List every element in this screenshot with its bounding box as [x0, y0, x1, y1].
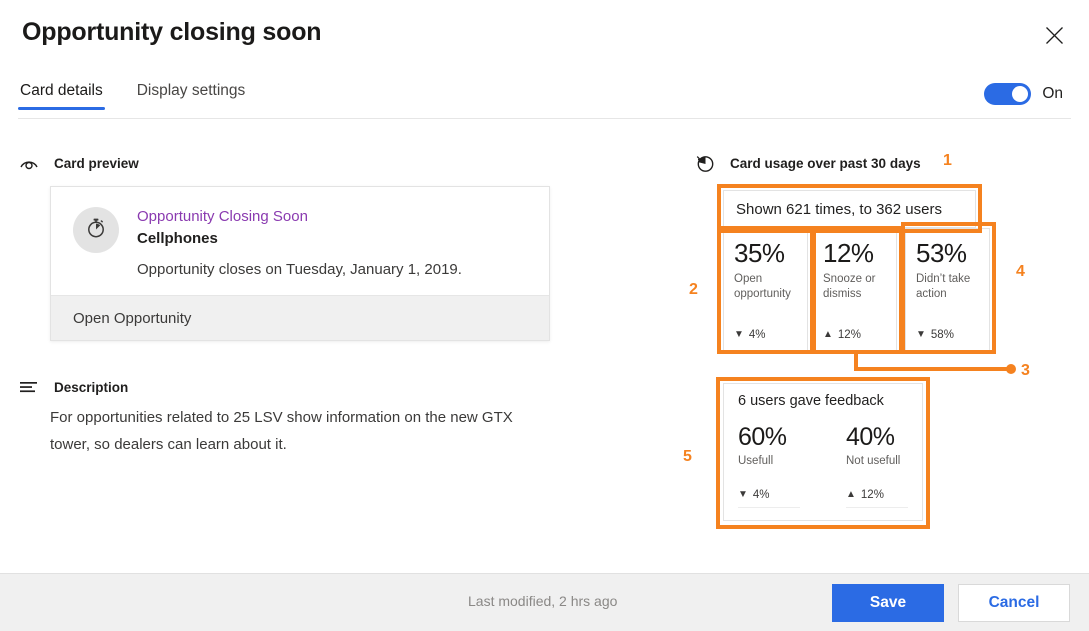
- metric-delta: ▼ 4%: [734, 329, 766, 341]
- description-section-header: Description: [18, 376, 128, 398]
- feedback-underline: [846, 507, 908, 508]
- description-section-title: Description: [54, 379, 129, 395]
- metric-value: 12%: [823, 238, 874, 268]
- toggle-state-label: On: [1042, 85, 1063, 102]
- open-opportunity-button[interactable]: Open Opportunity: [51, 295, 549, 340]
- last-modified-status: Last modified, 2 hrs ago: [468, 593, 618, 609]
- metric-label: Snooze or dismiss: [823, 273, 876, 300]
- eye-icon: [18, 152, 40, 174]
- list-lines-icon: [18, 376, 40, 398]
- card-enabled-toggle[interactable]: [984, 83, 1032, 105]
- feedback-stat-useful: 60% Usefull ▼ 4%: [738, 422, 800, 508]
- feedback-stat-not-useful: 40% Not usefull ▲ 12%: [846, 422, 908, 508]
- save-button[interactable]: Save: [832, 584, 944, 622]
- arrow-up-icon: ▲: [846, 489, 856, 500]
- card-preview-section-header: Card preview: [18, 152, 139, 174]
- feedback-delta-value: 12%: [860, 489, 884, 501]
- close-button[interactable]: [1033, 14, 1075, 56]
- card-usage-section-header: Card usage over past 30 days: [694, 152, 921, 174]
- annotation-number-4: 4: [1016, 263, 1025, 280]
- feedback-value: 40%: [846, 423, 895, 451]
- annotation-number-2: 2: [689, 281, 698, 298]
- metric-label: Open opportunity: [734, 273, 791, 300]
- metric-delta-value: 4%: [748, 329, 766, 341]
- feedback-delta: ▲ 12%: [846, 489, 908, 501]
- annotation-leader-3-dot: [1006, 364, 1016, 374]
- card-preview-title[interactable]: Opportunity Closing Soon: [137, 208, 308, 225]
- feedback-value: 60%: [738, 423, 787, 451]
- card-preview-subtitle: Cellphones: [137, 230, 218, 247]
- card-preview-body: Opportunity Closing Soon Cellphones Oppo…: [51, 187, 549, 297]
- annotation-leader-3-vertical: [854, 354, 858, 371]
- metric-card-snooze-or-dismiss: 12% Snooze or dismiss ▲ 12%: [812, 228, 897, 352]
- card-enabled-toggle-group: On: [984, 83, 1063, 105]
- tab-display-settings[interactable]: Display settings: [135, 82, 248, 110]
- close-icon: [1045, 26, 1064, 45]
- arrow-down-icon: ▼: [734, 329, 744, 340]
- feedback-stats: 60% Usefull ▼ 4% 40% Not usefull ▲ 12%: [738, 422, 908, 508]
- metric-value: 35%: [734, 238, 785, 268]
- card-preview-description: Opportunity closes on Tuesday, January 1…: [137, 261, 462, 278]
- annotation-number-5: 5: [683, 448, 692, 465]
- annotation-leader-3-horizontal: [854, 367, 1012, 371]
- annotation-number-3: 3: [1021, 362, 1030, 379]
- stopwatch-icon: [84, 216, 108, 245]
- annotation-number-1: 1: [943, 152, 952, 169]
- arrow-up-icon: ▲: [823, 329, 833, 340]
- feedback-title: 6 users gave feedback: [738, 393, 884, 409]
- feedback-delta-value: 4%: [752, 489, 770, 501]
- metric-delta-value: 58%: [930, 329, 954, 341]
- feedback-label: Not usefull: [846, 455, 901, 467]
- feedback-label: Usefull: [738, 455, 774, 467]
- metric-value: 53%: [916, 238, 967, 268]
- page-title: Opportunity closing soon: [22, 18, 322, 46]
- card-usage-section-title: Card usage over past 30 days: [730, 155, 921, 171]
- metric-card-didnt-take-action: 53% Didn’t take action ▼ 58%: [905, 228, 990, 352]
- tab-card-details[interactable]: Card details: [18, 82, 105, 110]
- metric-card-open-opportunity: 35% Open opportunity ▼ 4%: [723, 228, 808, 352]
- feedback-delta: ▼ 4%: [738, 489, 800, 501]
- cancel-button[interactable]: Cancel: [958, 584, 1070, 622]
- shown-summary: Shown 621 times, to 362 users: [723, 190, 976, 228]
- card-preview: Opportunity Closing Soon Cellphones Oppo…: [50, 186, 550, 341]
- arrow-down-icon: ▼: [738, 489, 748, 500]
- card-preview-avatar: [73, 207, 119, 253]
- feedback-card: 6 users gave feedback 60% Usefull ▼ 4% 4…: [723, 383, 923, 521]
- pie-chart-icon: [694, 152, 716, 174]
- tabstrip-divider: [18, 118, 1071, 119]
- metric-delta-value: 12%: [837, 329, 861, 341]
- description-text: For opportunities related to 25 LSV show…: [50, 409, 513, 453]
- feedback-underline: [738, 507, 800, 508]
- card-preview-section-title: Card preview: [54, 155, 139, 171]
- metric-delta: ▲ 12%: [823, 329, 861, 341]
- metric-delta: ▼ 58%: [916, 329, 954, 341]
- toggle-knob: [1012, 86, 1029, 102]
- arrow-down-icon: ▼: [916, 329, 926, 340]
- dialog-footer: Last modified, 2 hrs ago Save Cancel: [0, 573, 1089, 631]
- metric-label: Didn’t take action: [916, 273, 971, 300]
- tabstrip: Card details Display settings: [18, 82, 247, 110]
